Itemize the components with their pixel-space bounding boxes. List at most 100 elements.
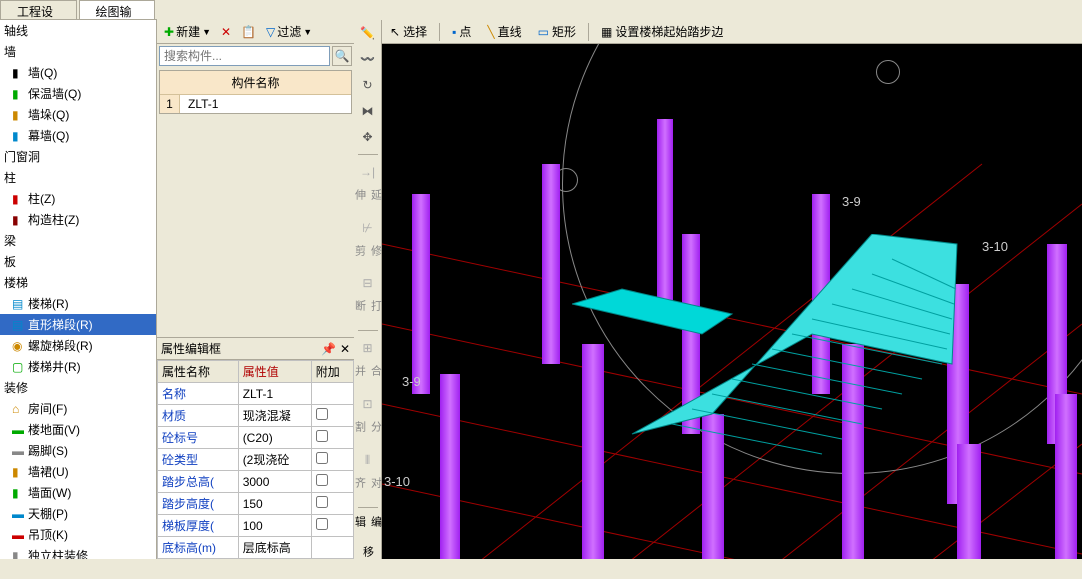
- new-button[interactable]: ✚ 新建▼: [161, 22, 214, 41]
- tree-column[interactable]: 柱: [0, 167, 156, 188]
- axis-label: 3-10: [982, 239, 1008, 254]
- room-icon: ⌂: [12, 402, 26, 416]
- axis-label: 3-9: [402, 374, 421, 389]
- stair-icon: ◉: [12, 339, 26, 353]
- prop-row[interactable]: 踏步高度(150: [158, 493, 354, 515]
- column-3d: [440, 374, 460, 559]
- tree-stair-well[interactable]: ▢楼梯井(R): [0, 356, 156, 377]
- extend-button: →|: [357, 161, 379, 183]
- prop-row[interactable]: 名称ZLT-1: [158, 383, 354, 405]
- search-button[interactable]: 🔍: [332, 46, 352, 66]
- rect-button[interactable]: ▭矩形: [534, 22, 580, 41]
- column-3d: [542, 164, 560, 364]
- merge-button: ⊞: [357, 337, 379, 359]
- viewport-toolbar: ↖选择 ▪点 ╲直线 ▭矩形 ▦设置楼梯起始踏步边: [382, 20, 1082, 44]
- prop-row[interactable]: 砼标号(C20): [158, 427, 354, 449]
- tree-wall-q[interactable]: ▮墙(Q): [0, 62, 156, 83]
- search-icon: 🔍: [335, 49, 350, 63]
- prop-row[interactable]: 底标高(m)层底标高: [158, 537, 354, 559]
- prop-checkbox[interactable]: [316, 518, 328, 530]
- point-button[interactable]: ▪点: [448, 22, 475, 41]
- tree-room[interactable]: ⌂房间(F): [0, 398, 156, 419]
- close-icon[interactable]: ✕: [340, 342, 350, 356]
- tree-column-struct[interactable]: ▮构造柱(Z): [0, 209, 156, 230]
- move-tool-icon[interactable]: ✥: [357, 126, 379, 148]
- prop-checkbox[interactable]: [316, 496, 328, 508]
- new-icon: ✚: [164, 25, 174, 39]
- prop-row[interactable]: 砼类型(2现浇砼: [158, 449, 354, 471]
- pin-icon[interactable]: 📌: [321, 342, 336, 356]
- tree-beam[interactable]: 梁: [0, 230, 156, 251]
- tree-kick[interactable]: ▬踢脚(S): [0, 440, 156, 461]
- tab-draw-input[interactable]: 绘图输入: [79, 0, 156, 19]
- tree-stair[interactable]: 楼梯: [0, 272, 156, 293]
- sep: [358, 154, 378, 155]
- rotate-icon[interactable]: ↻: [357, 74, 379, 96]
- tree-panel: 轴线 墙 ▮墙(Q) ▮保温墙(Q) ▮墙垛(Q) ▮幕墙(Q) 门窗洞 柱 ▮…: [0, 20, 157, 559]
- copy-icon: 📋: [241, 25, 256, 39]
- prop-checkbox[interactable]: [316, 408, 328, 420]
- select-button[interactable]: ↖选择: [386, 22, 431, 41]
- point-icon: ▪: [452, 25, 456, 39]
- extend-label: 延伸: [352, 187, 384, 213]
- trim-label: 修剪: [352, 243, 384, 269]
- wall-icon: ▮: [12, 108, 26, 122]
- prop-checkbox[interactable]: [316, 452, 328, 464]
- copy-button[interactable]: 📋: [238, 24, 259, 40]
- prop-row[interactable]: 材质现浇混凝: [158, 405, 354, 427]
- main-area: 轴线 墙 ▮墙(Q) ▮保温墙(Q) ▮墙垛(Q) ▮幕墙(Q) 门窗洞 柱 ▮…: [0, 20, 1082, 559]
- tree-decor[interactable]: 装修: [0, 377, 156, 398]
- set-stair-button[interactable]: ▦设置楼梯起始踏步边: [597, 22, 727, 41]
- orbit-node-top[interactable]: [876, 60, 900, 84]
- viewport-3d[interactable]: 3-9 3-10 3-9 3-10 3-11: [382, 44, 1082, 559]
- mid-toolbar: ✚ 新建▼ ✕ 📋 ▽ 过滤▼: [157, 20, 354, 44]
- tab-project-settings[interactable]: 工程设置: [0, 0, 77, 19]
- prop-row[interactable]: 踏步总高(3000: [158, 471, 354, 493]
- tree-wall-finish[interactable]: ▮墙面(W): [0, 482, 156, 503]
- mirror-icon[interactable]: ⧓: [357, 100, 379, 122]
- wall-icon: ▮: [12, 87, 26, 101]
- tree-stair-spiral[interactable]: ◉螺旋梯段(R): [0, 335, 156, 356]
- prop-checkbox[interactable]: [316, 430, 328, 442]
- line-button[interactable]: ╲直线: [483, 22, 525, 41]
- list-row[interactable]: 1 ZLT-1: [160, 95, 351, 113]
- filter-button[interactable]: ▽ 过滤▼: [263, 22, 315, 41]
- stair-icon: ▢: [12, 360, 26, 374]
- axis-label: 3-9: [842, 194, 861, 209]
- tree-wall[interactable]: 墙: [0, 41, 156, 62]
- wallfinish-icon: ▮: [12, 486, 26, 500]
- wainscot-icon: ▮: [12, 465, 26, 479]
- prop-col-value: 属性值: [238, 361, 311, 383]
- edit-label: 编辑: [352, 514, 384, 540]
- split-label: 分割: [352, 419, 384, 445]
- tree-wall-curtain[interactable]: ▮幕墙(Q): [0, 125, 156, 146]
- viewport-area: ↖选择 ▪点 ╲直线 ▭矩形 ▦设置楼梯起始踏步边: [382, 20, 1082, 559]
- tree-wall-insul[interactable]: ▮保温墙(Q): [0, 83, 156, 104]
- brush-icon[interactable]: ✏️: [357, 22, 379, 44]
- kick-icon: ▬: [12, 444, 26, 458]
- ceiling-icon: ▬: [12, 507, 26, 521]
- tree-opening[interactable]: 门窗洞: [0, 146, 156, 167]
- tree-stair-r[interactable]: ▤楼梯(R): [0, 293, 156, 314]
- tree-ceiling[interactable]: ▬天棚(P): [0, 503, 156, 524]
- prop-checkbox[interactable]: [316, 474, 328, 486]
- lasso-icon[interactable]: 〰️: [357, 48, 379, 70]
- search-input[interactable]: [159, 46, 330, 66]
- tree-slab[interactable]: 板: [0, 251, 156, 272]
- prop-col-name: 属性名称: [158, 361, 239, 383]
- tree-axis[interactable]: 轴线: [0, 20, 156, 41]
- tree-wainscot[interactable]: ▮墙裙(U): [0, 461, 156, 482]
- prop-row[interactable]: 梯板厚度(100: [158, 515, 354, 537]
- sep: [358, 330, 378, 331]
- tree-floor-finish[interactable]: ▬楼地面(V): [0, 419, 156, 440]
- tree-suspend[interactable]: ▬吊顶(K): [0, 524, 156, 545]
- tree-wall-lintel[interactable]: ▮墙垛(Q): [0, 104, 156, 125]
- tree-col-decor[interactable]: ▮独立柱装修: [0, 545, 156, 559]
- dropdown-arrow-icon: ▼: [202, 27, 211, 37]
- wall-icon: ▮: [12, 129, 26, 143]
- tree-column-z[interactable]: ▮柱(Z): [0, 188, 156, 209]
- list-idx: 1: [160, 95, 180, 113]
- tree-stair-straight[interactable]: ▤直形梯段(R): [0, 314, 156, 335]
- delete-button[interactable]: ✕: [218, 24, 234, 40]
- axis-label: 3-10: [384, 474, 410, 489]
